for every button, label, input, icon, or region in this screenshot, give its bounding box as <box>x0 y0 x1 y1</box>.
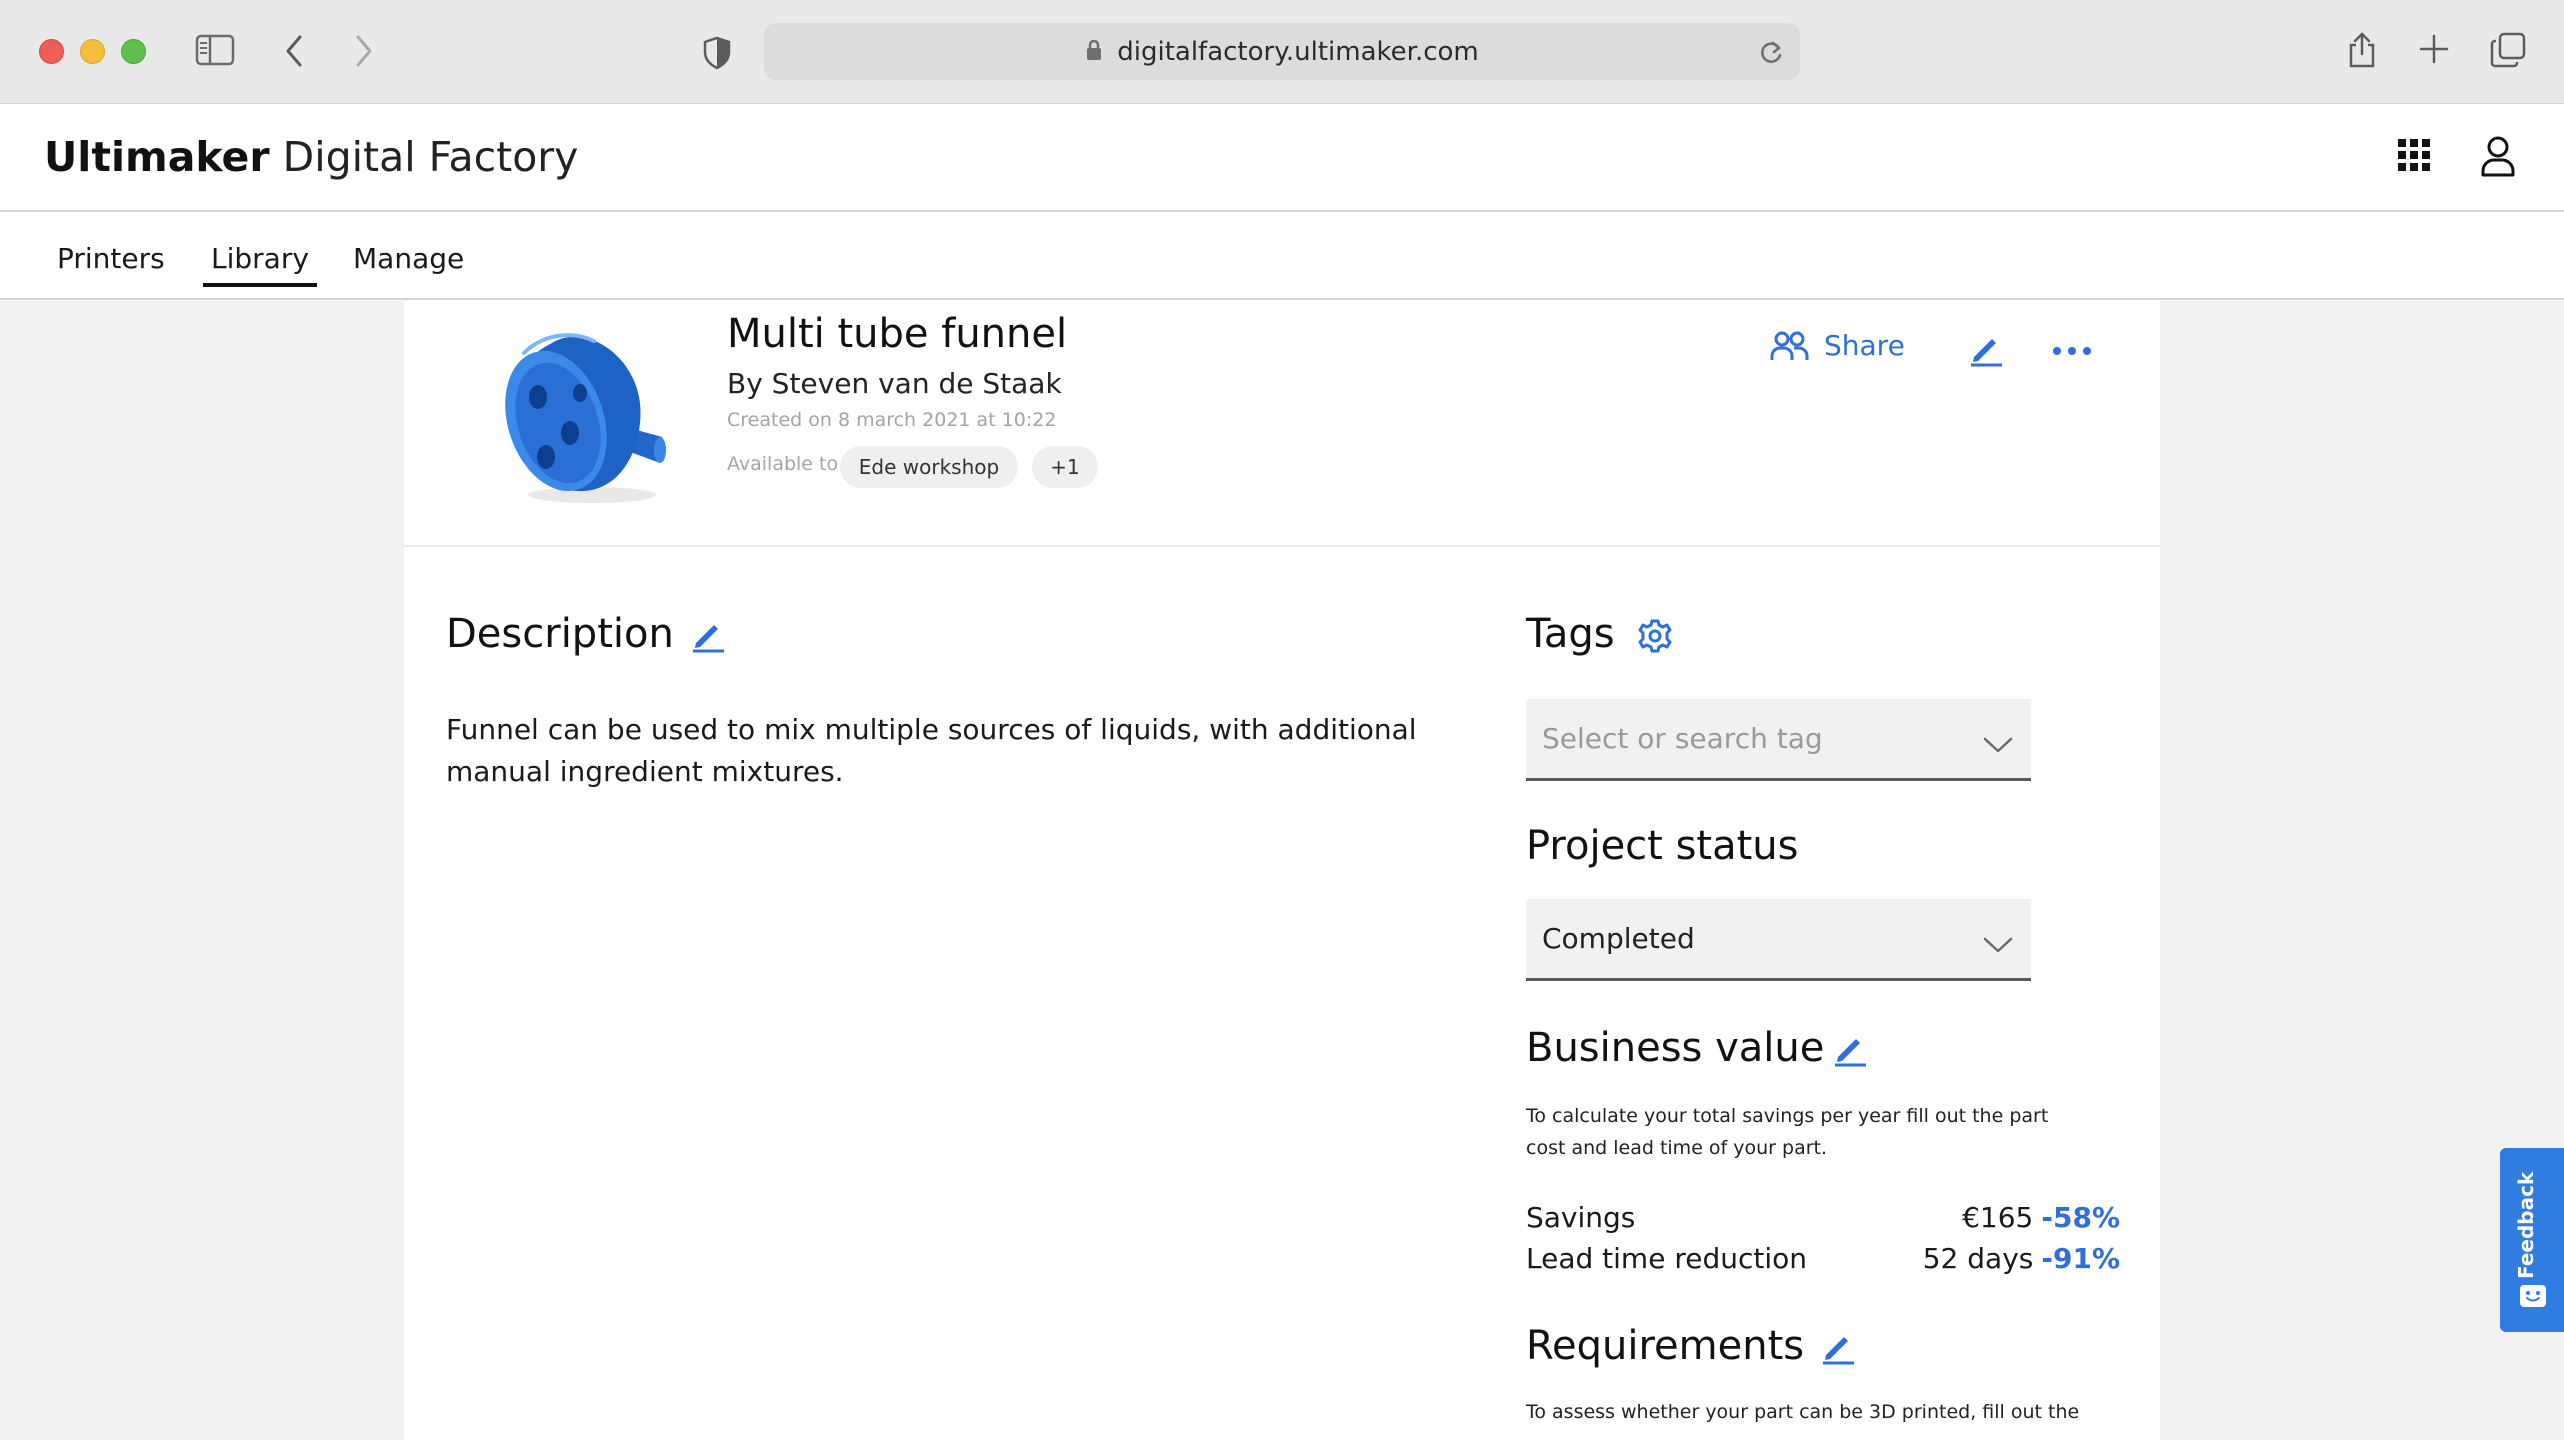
edit-project-button[interactable] <box>1968 331 2004 371</box>
lock-icon <box>1085 38 1103 66</box>
project-created-date: Created on 8 march 2021 at 10:22 <box>727 409 1057 431</box>
brand-name: Ultimaker <box>44 133 270 181</box>
tags-settings-button[interactable] <box>1636 617 1674 659</box>
project-thumbnail <box>484 313 684 517</box>
app-header: Ultimaker Digital Factory <box>0 105 2564 212</box>
tab-printers[interactable]: Printers <box>57 242 165 283</box>
description-text: Funnel can be used to mix multiple sourc… <box>446 713 1417 788</box>
url-text: digitalfactory.ultimaker.com <box>1117 36 1479 67</box>
edit-description-button[interactable] <box>690 617 726 657</box>
savings-percent: -58% <box>2041 1201 2120 1234</box>
apps-grid-icon[interactable] <box>2396 137 2432 177</box>
tag-select-placeholder: Select or search tag <box>1542 722 1823 755</box>
main-nav: Printers Library Manage <box>0 212 2564 300</box>
availability-more-chip[interactable]: +1 <box>1032 446 1098 488</box>
requirements-title: Requirements <box>1526 1323 1805 1369</box>
description-title: Description <box>446 611 674 657</box>
project-title: Multi tube funnel <box>727 311 1068 357</box>
tags-title: Tags <box>1526 611 1615 657</box>
brand-product: Digital Factory <box>282 133 579 181</box>
feedback-label: Feedback <box>2514 1171 2538 1279</box>
tab-manage[interactable]: Manage <box>353 242 464 283</box>
project-author: By Steven van de Staak <box>727 367 1062 400</box>
more-icon <box>2053 347 2091 355</box>
pencil-icon <box>1971 339 2002 367</box>
lead-time-label: Lead time reduction <box>1526 1242 1807 1275</box>
chevron-down-icon <box>1983 928 2013 961</box>
address-bar[interactable]: digitalfactory.ultimaker.com <box>764 23 1800 80</box>
user-icon[interactable] <box>2480 135 2516 181</box>
share-label: Share <box>1824 329 1905 362</box>
edit-business-value-button[interactable] <box>1832 1031 1868 1071</box>
project-status-select[interactable]: Completed <box>1526 899 2031 981</box>
reload-icon[interactable] <box>1758 38 1784 70</box>
project-status-title: Project status <box>1526 823 1799 869</box>
share-icon[interactable] <box>2346 30 2378 70</box>
tag-select[interactable]: Select or search tag <box>1526 699 2031 781</box>
feedback-smiley-icon <box>2519 1284 2547 1314</box>
savings-label: Savings <box>1526 1201 1636 1234</box>
back-icon[interactable] <box>283 34 305 68</box>
gear-icon <box>1638 619 1672 653</box>
minimize-window-button[interactable] <box>80 39 105 64</box>
business-value-title: Business value <box>1526 1025 1825 1071</box>
lead-time-value: 52 days <box>1922 1242 2034 1275</box>
browser-toolbar: digitalfactory.ultimaker.com <box>0 0 2564 104</box>
people-icon <box>1770 331 1809 360</box>
privacy-shield-icon[interactable] <box>702 36 732 70</box>
business-value-note: To calculate your total savings per year… <box>1526 1105 2049 1159</box>
chevron-down-icon <box>1983 728 2013 761</box>
zoom-window-button[interactable] <box>121 39 146 64</box>
project-header: Multi tube funnel By Steven van de Staak… <box>404 301 2160 547</box>
tab-library[interactable]: Library <box>203 242 317 287</box>
close-window-button[interactable] <box>39 39 64 64</box>
project-card: Multi tube funnel By Steven van de Staak… <box>404 301 2160 1440</box>
project-status-value: Completed <box>1542 922 1695 955</box>
pencil-icon <box>1835 1039 1866 1067</box>
new-tab-icon[interactable] <box>2419 34 2449 64</box>
lead-time-percent: -91% <box>2041 1242 2120 1275</box>
app-brand[interactable]: Ultimaker Digital Factory <box>44 133 578 181</box>
more-options-button[interactable] <box>2052 341 2092 360</box>
availability-chip[interactable]: Ede workshop <box>840 446 1018 488</box>
pencil-icon <box>693 625 724 653</box>
edit-requirements-button[interactable] <box>1820 1329 1856 1369</box>
savings-value: €165 <box>1962 1201 2034 1234</box>
tabs-overview-icon[interactable] <box>2490 32 2526 68</box>
feedback-button[interactable]: Feedback <box>2500 1148 2564 1332</box>
pencil-icon <box>1823 1337 1854 1365</box>
available-to-label: Available to <box>727 453 839 475</box>
sidebar-icon[interactable] <box>195 34 235 68</box>
requirements-note: To assess whether your part can be 3D pr… <box>1526 1401 2080 1423</box>
forward-icon[interactable] <box>353 34 375 68</box>
share-button[interactable]: Share <box>1770 329 1905 362</box>
